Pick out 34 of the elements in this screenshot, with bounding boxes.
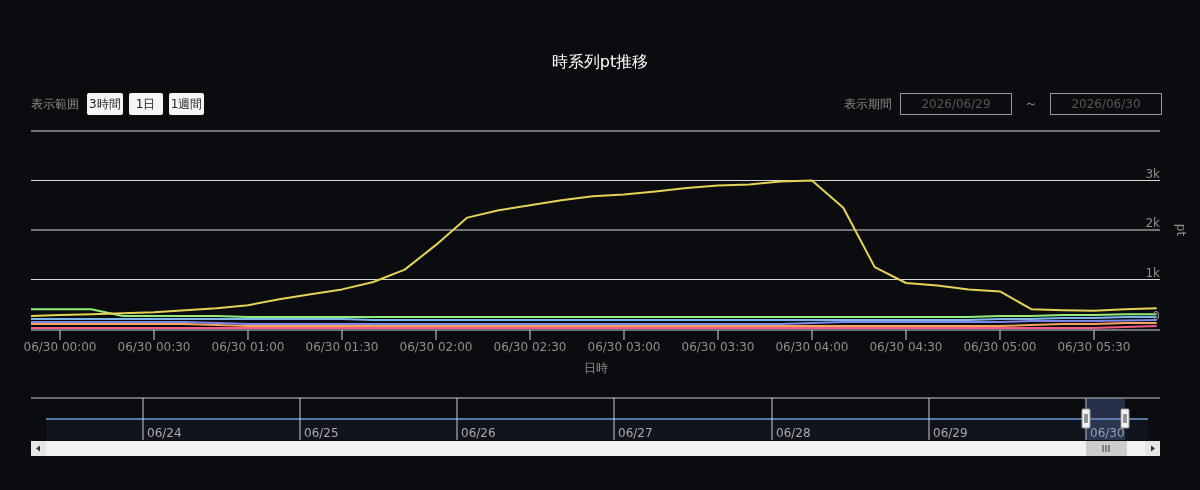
chart-title: 時系列pt推移: [551, 52, 649, 72]
navigator-date-label: 06/28: [776, 426, 811, 440]
axis-label: 06/30 00:00: [23, 340, 97, 354]
range-button[interactable]: 1日: [128, 93, 163, 115]
axis-label: 3k: [1145, 166, 1160, 181]
axis-label: 06/30 00:30: [117, 340, 191, 354]
navigator-date-label: 06/25: [304, 426, 339, 440]
axis-label: 06/30 05:00: [963, 340, 1037, 354]
navigator-date-label: 06/26: [461, 426, 496, 440]
axis-label: 06/30 02:00: [399, 340, 473, 354]
axis-label: 2k: [1145, 216, 1160, 230]
navigator-selection: [1086, 398, 1125, 440]
axis-label: 06/30 03:30: [681, 340, 755, 354]
range-separator: ～: [1024, 95, 1038, 113]
axis-title: pt: [1174, 223, 1188, 237]
navigator-handle: [1120, 408, 1130, 429]
axis-label: 06/30 01:30: [305, 340, 379, 354]
axis-label: 06/30 01:00: [211, 340, 285, 354]
axis-title: 日時: [583, 361, 608, 375]
range-label: 表示範囲: [31, 95, 79, 113]
range-button[interactable]: 1週間: [168, 93, 205, 115]
axis-label: 06/30 04:00: [775, 340, 849, 354]
navigator-date-label: 06/24: [147, 426, 182, 440]
period-label: 表示期間: [844, 95, 892, 113]
range-button[interactable]: 3時間: [87, 93, 123, 115]
navigator-date-label: 06/29: [933, 426, 968, 440]
axis-label: 06/30 05:30: [1057, 340, 1131, 354]
axis-label: 06/30 04:30: [869, 340, 943, 354]
axis-label: 06/30 02:30: [493, 340, 567, 354]
axis-label: 1k: [1145, 265, 1160, 280]
axis-label: 06/30 03:00: [587, 340, 661, 354]
navigator-date-label: 06/30: [1090, 426, 1125, 440]
navigator-handle: [1081, 408, 1091, 429]
navigator-date-label: 06/27: [618, 426, 653, 440]
